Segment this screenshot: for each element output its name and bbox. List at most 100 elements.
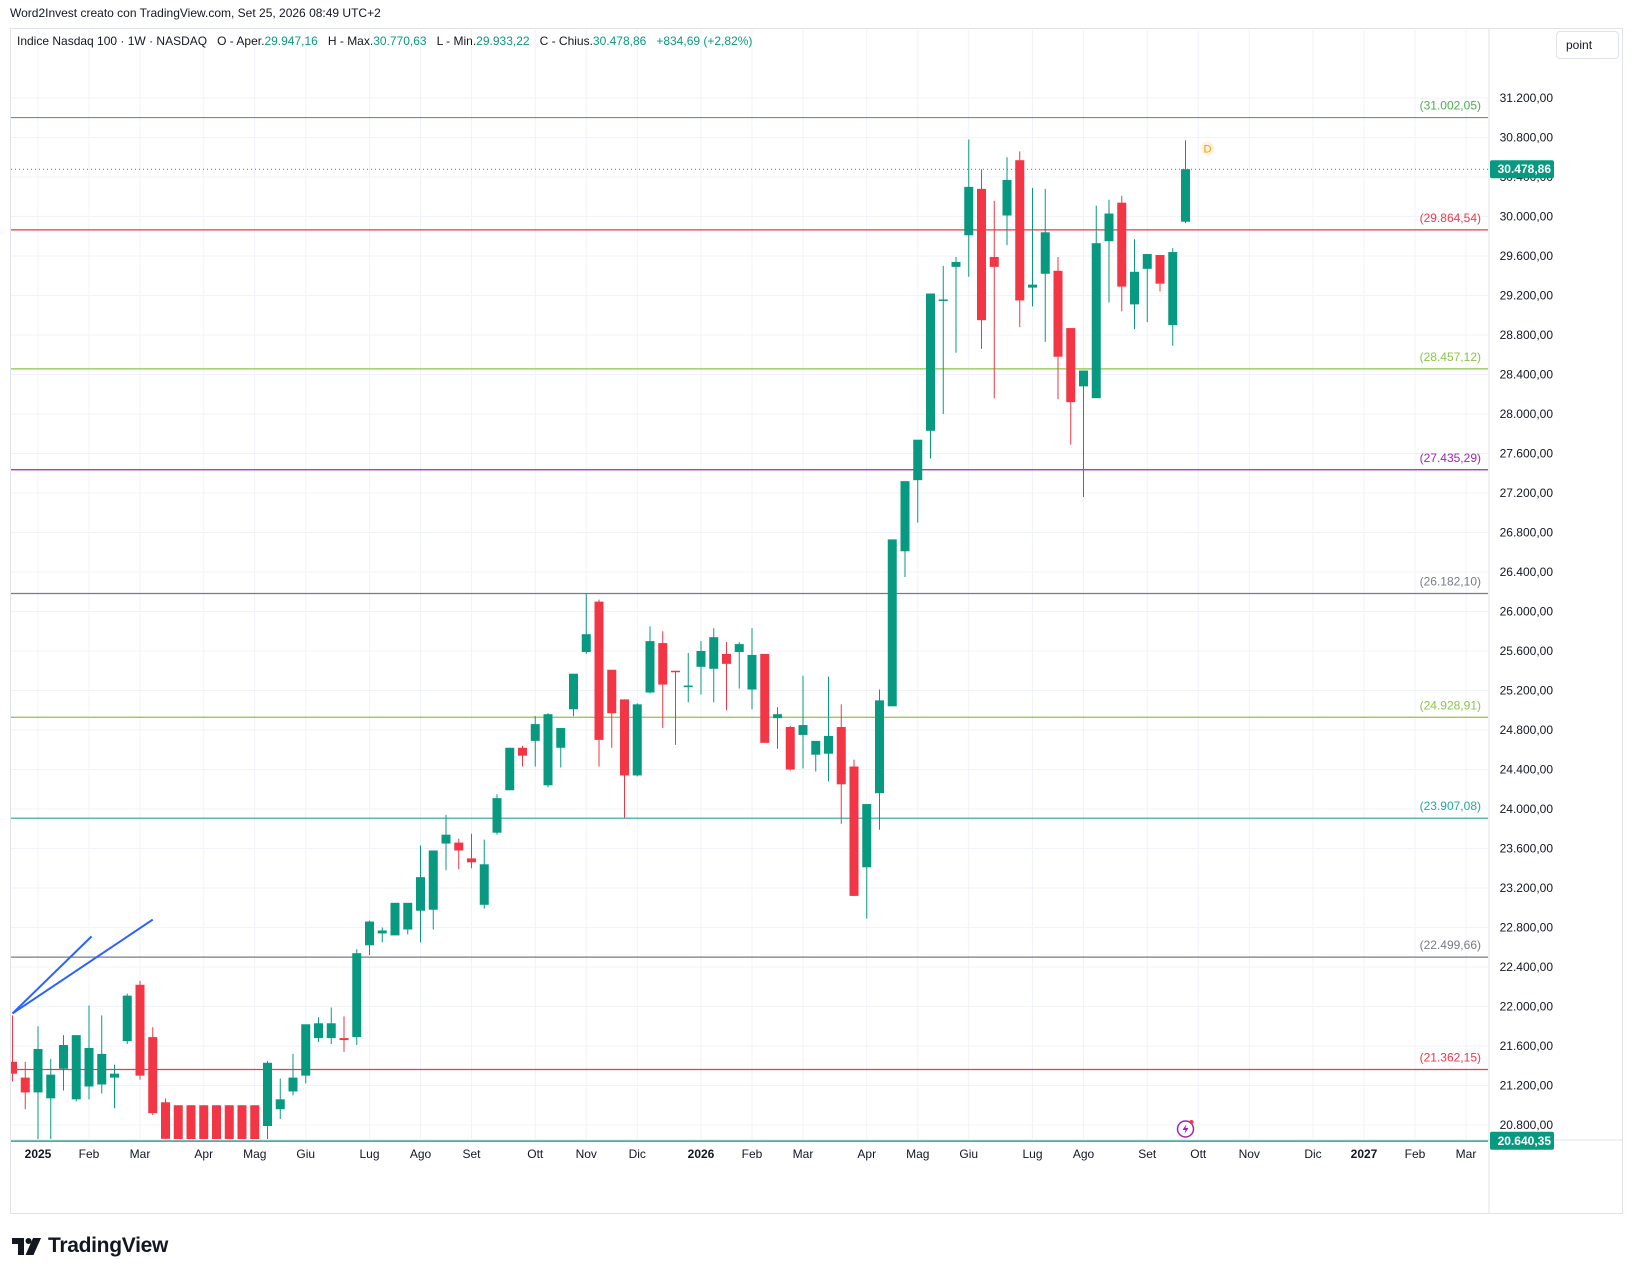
- candle-body: [263, 1062, 272, 1126]
- candle-body: [658, 643, 668, 685]
- time-tick-label: Dic: [1304, 1147, 1321, 1161]
- price-tick-label: 22.000,00: [1500, 1000, 1554, 1014]
- last-price-label: 30.478,86: [1498, 162, 1552, 176]
- candle-body: [556, 728, 566, 748]
- time-tick-label: Giu: [296, 1147, 315, 1161]
- candle-body: [1091, 243, 1101, 399]
- candle-body: [237, 1105, 247, 1139]
- candle-body: [824, 735, 833, 754]
- legend-low-label: L - Min.: [436, 34, 477, 48]
- price-tick-label: 21.600,00: [1500, 1039, 1554, 1053]
- candle-body: [20, 1077, 30, 1093]
- candle-body: [352, 953, 362, 1038]
- price-tick-label: 22.800,00: [1500, 921, 1554, 935]
- candle-body: [454, 842, 464, 851]
- time-tick-label: Mar: [793, 1147, 814, 1161]
- time-tick-label: Ott: [1190, 1147, 1207, 1161]
- horizontal-levels[interactable]: (31.002,05) (29.864,54) (28.457,12) (27.435…: [11, 99, 1488, 1142]
- legend-high-value: 30.770,63: [373, 34, 427, 48]
- time-tick-label: Apr: [194, 1147, 213, 1161]
- time-tick-label: Ott: [527, 1147, 544, 1161]
- price-tick-label: 27.200,00: [1500, 486, 1554, 500]
- price-tick-label: 28.000,00: [1500, 407, 1554, 421]
- price-tick-label: 23.200,00: [1500, 881, 1554, 895]
- candle-body: [135, 984, 145, 1076]
- candle-body: [377, 930, 387, 934]
- candle-body: [696, 651, 706, 667]
- legend-open-label: O - Aper.: [217, 34, 265, 48]
- level-label: (26.182,10): [1420, 575, 1481, 589]
- candle-body: [492, 798, 502, 833]
- candle-body: [798, 725, 808, 735]
- markers[interactable]: D: [1176, 141, 1215, 1138]
- candle-body: [314, 1023, 323, 1039]
- time-tick-label: Lug: [1022, 1147, 1042, 1161]
- candle-body: [594, 601, 604, 740]
- price-tick-label: 20.800,00: [1500, 1118, 1554, 1132]
- legend-change-value: +834,69 (+2,82%): [656, 34, 753, 48]
- candle-body: [59, 1045, 68, 1069]
- price-tick-label: 27.600,00: [1500, 447, 1554, 461]
- candle-body: [683, 685, 693, 688]
- candle-body: [989, 256, 999, 267]
- price-tick-label: 28.800,00: [1500, 328, 1554, 342]
- legend-close-label: C - Chius.: [539, 34, 593, 48]
- symbol-legend: Indice Nasdaq 100 · 1W · NASDAQ O - Aper…: [17, 34, 752, 48]
- time-axis[interactable]: 2025 Feb Mar Apr Mag Giu Lug Ago Set Ott Nov Dic 202…: [25, 1147, 1477, 1161]
- trendline[interactable]: [11, 935, 93, 1015]
- candle-body: [569, 673, 578, 710]
- candle-body: [1181, 169, 1190, 222]
- candle-body: [900, 481, 910, 552]
- price-tick-label: 24.800,00: [1500, 723, 1554, 737]
- candle-body: [709, 637, 719, 669]
- price-tick-label: 30.000,00: [1500, 210, 1554, 224]
- candle-body: [951, 261, 961, 267]
- candle-body: [849, 766, 859, 896]
- tradingview-logo[interactable]: TradingView: [12, 1234, 168, 1258]
- candle-body: [84, 1047, 94, 1087]
- time-tick-label: Feb: [1405, 1147, 1426, 1161]
- scale-mode-button[interactable]: point: [1556, 31, 1619, 59]
- price-chart[interactable]: (31.002,05) (29.864,54) (28.457,12) (27.435…: [0, 0, 1633, 1276]
- candle-body: [224, 1105, 234, 1139]
- time-tick-label: Feb: [742, 1147, 763, 1161]
- candle-body: [428, 850, 438, 910]
- candle-body: [645, 641, 655, 693]
- tradingview-logo-text: TradingView: [48, 1234, 169, 1257]
- candle-body: [722, 653, 731, 664]
- candle-body: [785, 727, 795, 770]
- candle-body: [339, 1038, 349, 1041]
- price-tick-label: 26.400,00: [1500, 565, 1554, 579]
- level-label: (23.907,08): [1420, 799, 1481, 813]
- candles: [11, 139, 1190, 1139]
- candle-body: [1117, 202, 1127, 287]
- candle-body: [581, 634, 591, 652]
- price-tick-label: 26.000,00: [1500, 605, 1554, 619]
- candle-body: [97, 1053, 107, 1085]
- grid-layer: [11, 30, 1488, 1139]
- candle-body: [875, 700, 884, 794]
- candle-body: [1028, 284, 1037, 288]
- candle-body: [620, 699, 629, 776]
- price-tick-label: 26.800,00: [1500, 526, 1554, 540]
- candle-body: [1040, 232, 1050, 274]
- time-tick-label: Feb: [79, 1147, 100, 1161]
- candle-body: [938, 299, 948, 301]
- candle-body: [326, 1023, 336, 1039]
- candle-body: [1015, 160, 1025, 301]
- candle-body: [365, 921, 374, 946]
- time-tick-label: Set: [462, 1147, 481, 1161]
- legend-low-value: 29.933,22: [476, 34, 530, 48]
- candle-body: [441, 834, 451, 844]
- candle-body: [33, 1048, 43, 1093]
- candle-body: [71, 1035, 81, 1100]
- time-tick-label: Mar: [1456, 1147, 1477, 1161]
- candle-body: [161, 1102, 170, 1139]
- candle-body: [505, 747, 515, 791]
- candle-body: [1104, 213, 1114, 242]
- candle-group: [11, 139, 1190, 1139]
- price-tick-label: 28.400,00: [1500, 368, 1554, 382]
- time-tick-label: Nov: [1239, 1147, 1260, 1161]
- candle-body: [1130, 271, 1139, 305]
- price-axis[interactable]: 20.800,00 21.200,00 21.600,00 22.000,00 22.4…: [11, 29, 1622, 1213]
